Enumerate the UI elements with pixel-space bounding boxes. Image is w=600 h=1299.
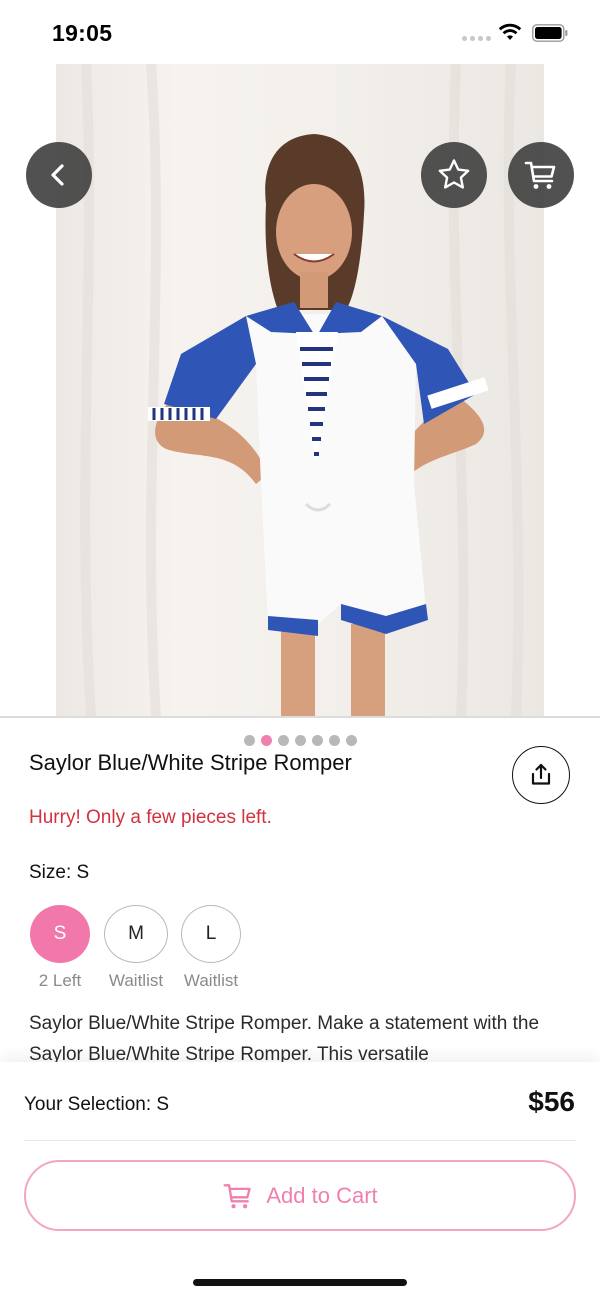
battery-icon xyxy=(532,24,568,42)
product-title: Saylor Blue/White Stripe Romper xyxy=(29,750,352,775)
star-icon xyxy=(438,159,470,189)
divider xyxy=(24,1140,576,1141)
size-label: Size: S xyxy=(29,862,90,883)
stock-warning: Hurry! Only a few pieces left. xyxy=(29,807,272,828)
size-availability-m: Waitlist xyxy=(108,971,164,990)
pager-dot[interactable] xyxy=(328,735,340,746)
home-indicator[interactable] xyxy=(193,1279,407,1286)
pager-dot[interactable] xyxy=(294,735,306,746)
cart-icon xyxy=(223,1183,252,1208)
favorite-button[interactable] xyxy=(421,142,487,208)
add-to-cart-label: Add to Cart xyxy=(266,1182,378,1208)
status-time: 19:05 xyxy=(52,20,113,46)
product-gallery[interactable] xyxy=(0,64,600,756)
back-button[interactable] xyxy=(26,142,92,208)
pager-dot[interactable] xyxy=(311,735,323,746)
pager-dot[interactable] xyxy=(277,735,289,746)
cellular-signal-icon xyxy=(462,36,491,41)
size-option-s[interactable]: S xyxy=(30,905,90,963)
price: $56 xyxy=(528,1086,575,1117)
size-availability-l: Waitlist xyxy=(183,971,239,990)
status-bar: 19:05 xyxy=(0,0,600,64)
add-to-cart-button[interactable]: Add to Cart xyxy=(24,1160,576,1231)
size-availability-s: 2 Left xyxy=(38,971,82,990)
selection-summary: Your Selection: S xyxy=(24,1094,170,1115)
share-icon xyxy=(531,763,551,785)
size-option-m[interactable]: M xyxy=(104,905,168,963)
pager-dot[interactable] xyxy=(345,735,357,746)
size-option-l[interactable]: L xyxy=(181,905,241,963)
pager-dot[interactable] xyxy=(243,735,255,746)
divider xyxy=(0,716,600,718)
cart-icon xyxy=(524,161,556,189)
product-description: Saylor Blue/White Stripe Romper. Make a … xyxy=(29,1013,540,1065)
wifi-icon xyxy=(498,23,522,40)
cart-button[interactable] xyxy=(508,142,574,208)
pager-dot-active[interactable] xyxy=(260,735,272,746)
share-button[interactable] xyxy=(512,746,570,804)
chevron-left-icon xyxy=(51,164,64,186)
